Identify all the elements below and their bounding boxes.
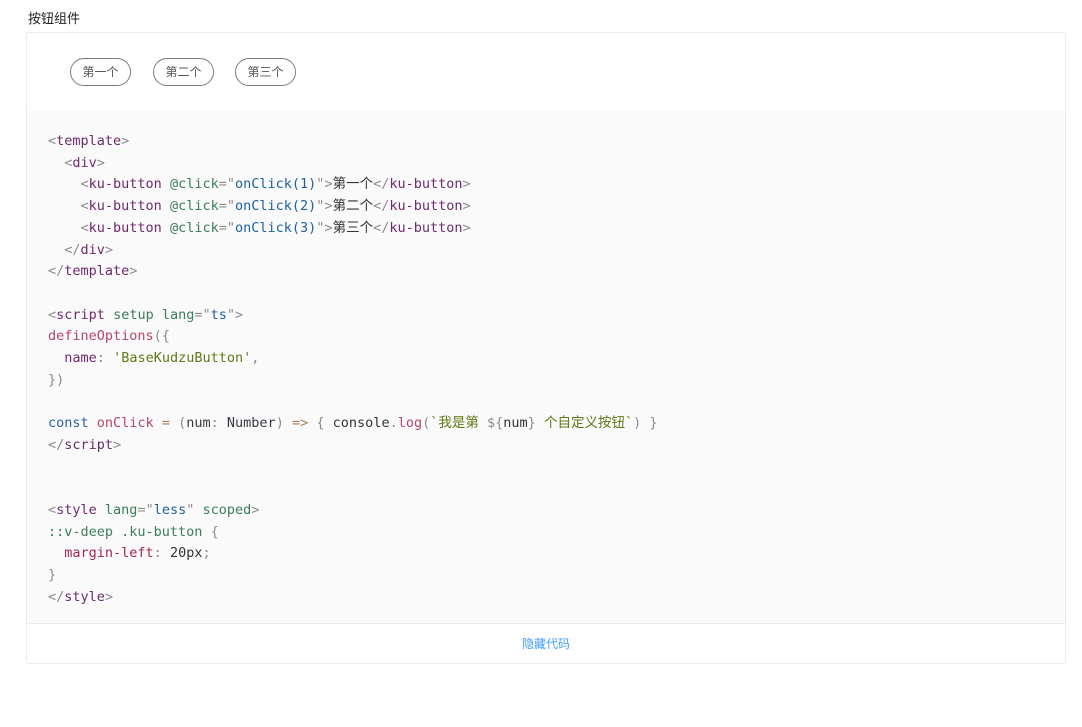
source-code: <template> <div> <ku-button @click="onCl… (48, 133, 658, 605)
ku-button-second[interactable]: 第二个 (153, 58, 214, 86)
demo-card: 第一个 第二个 第三个 <template> <div> <ku-button … (26, 32, 1066, 664)
ku-button-third[interactable]: 第三个 (235, 58, 296, 86)
page-title: 按钮组件 (28, 12, 81, 27)
ku-button-first[interactable]: 第一个 (70, 58, 131, 86)
demo-preview: 第一个 第二个 第三个 (27, 33, 1065, 111)
hide-code-button[interactable]: 隐藏代码 (522, 635, 570, 653)
code-toggle-bar[interactable]: 隐藏代码 (27, 623, 1065, 663)
source-code-block: <template> <div> <ku-button @click="onCl… (27, 111, 1065, 623)
